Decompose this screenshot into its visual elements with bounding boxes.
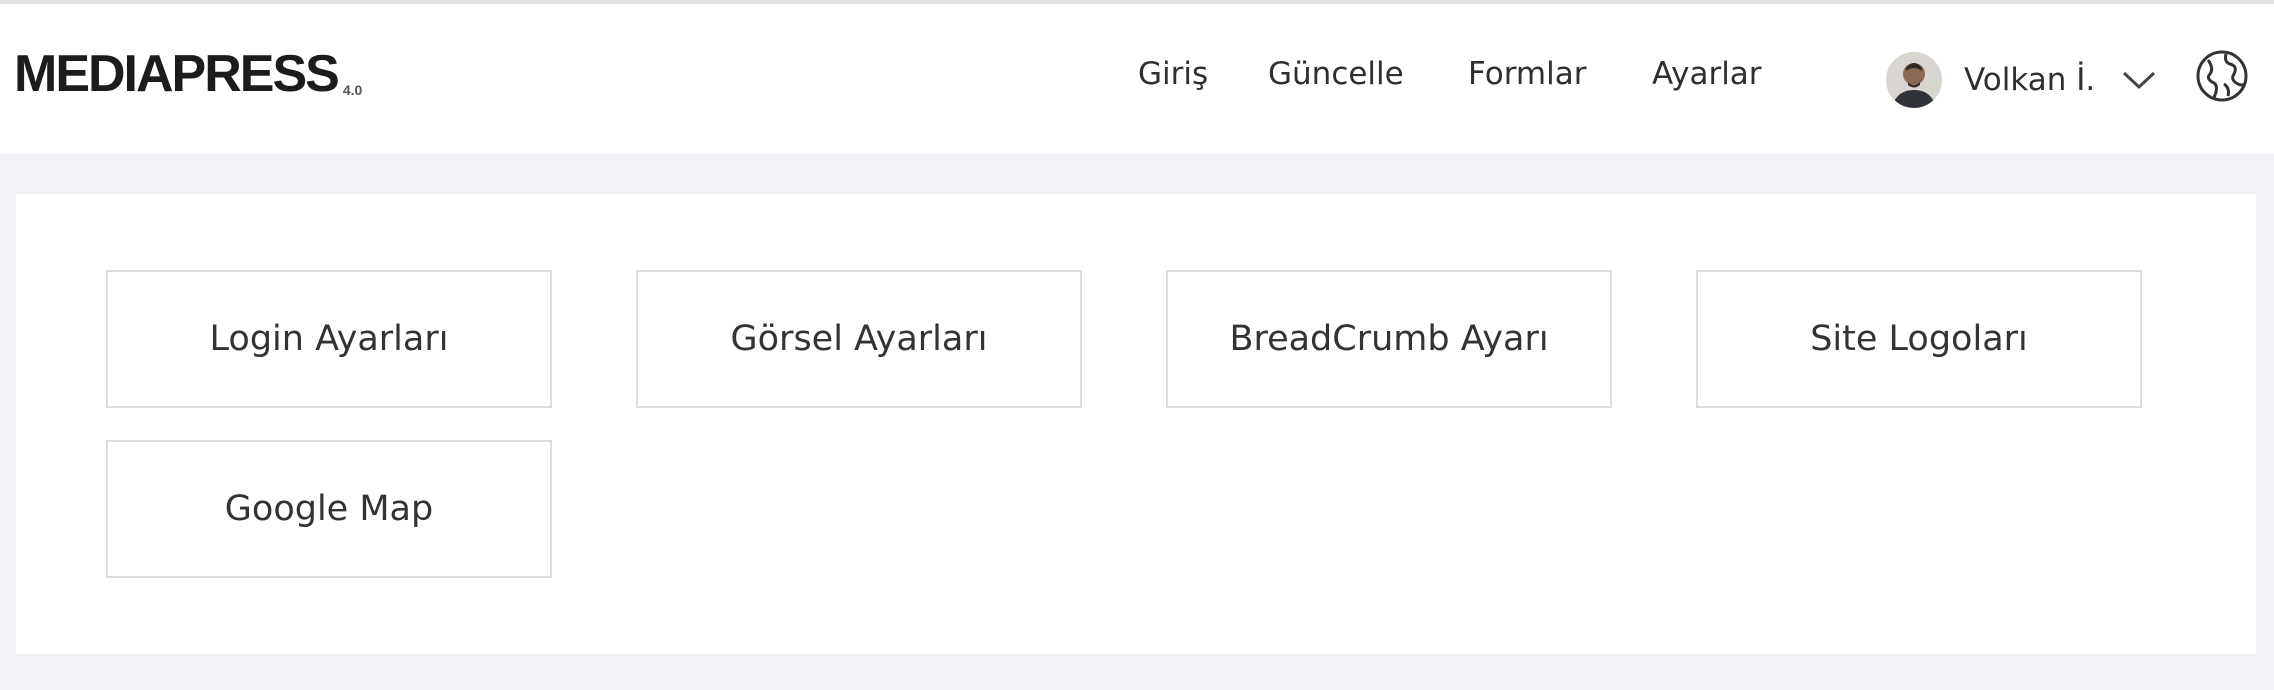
nav-item-ayarlar[interactable]: Ayarlar [1652, 56, 1762, 92]
card-label: Google Map [224, 489, 434, 529]
card-label: Login Ayarları [209, 319, 449, 359]
globe-icon[interactable] [2194, 48, 2250, 104]
user-avatar [1886, 52, 1942, 108]
card-label: Görsel Ayarları [730, 319, 988, 359]
logo-version: 4.0 [342, 82, 363, 98]
nav-item-formlar[interactable]: Formlar [1468, 56, 1586, 92]
user-menu[interactable]: Volkan İ. [1886, 52, 2157, 108]
card-label: Site Logoları [1810, 319, 2028, 359]
visual-settings-card[interactable]: Görsel Ayarları [636, 270, 1082, 408]
top-header: MEDIAPRESS 4.0 Giriş Güncelle Formlar Ay… [0, 4, 2274, 154]
user-name: Volkan İ. [1964, 62, 2096, 98]
nav-item-guncelle[interactable]: Güncelle [1268, 56, 1404, 92]
breadcrumb-settings-card[interactable]: BreadCrumb Ayarı [1166, 270, 1612, 408]
nav-item-giris[interactable]: Giriş [1138, 56, 1208, 92]
card-label: BreadCrumb Ayarı [1229, 319, 1549, 359]
site-logos-card[interactable]: Site Logoları [1696, 270, 2142, 408]
settings-panel: Login Ayarları Görsel Ayarları BreadCrum… [16, 194, 2256, 654]
google-map-card[interactable]: Google Map [106, 440, 552, 578]
chevron-down-icon[interactable] [2121, 70, 2157, 90]
login-settings-card[interactable]: Login Ayarları [106, 270, 552, 408]
logo-text: MEDIAPRESS [14, 45, 340, 103]
site-logo[interactable]: MEDIAPRESS 4.0 [14, 48, 362, 100]
